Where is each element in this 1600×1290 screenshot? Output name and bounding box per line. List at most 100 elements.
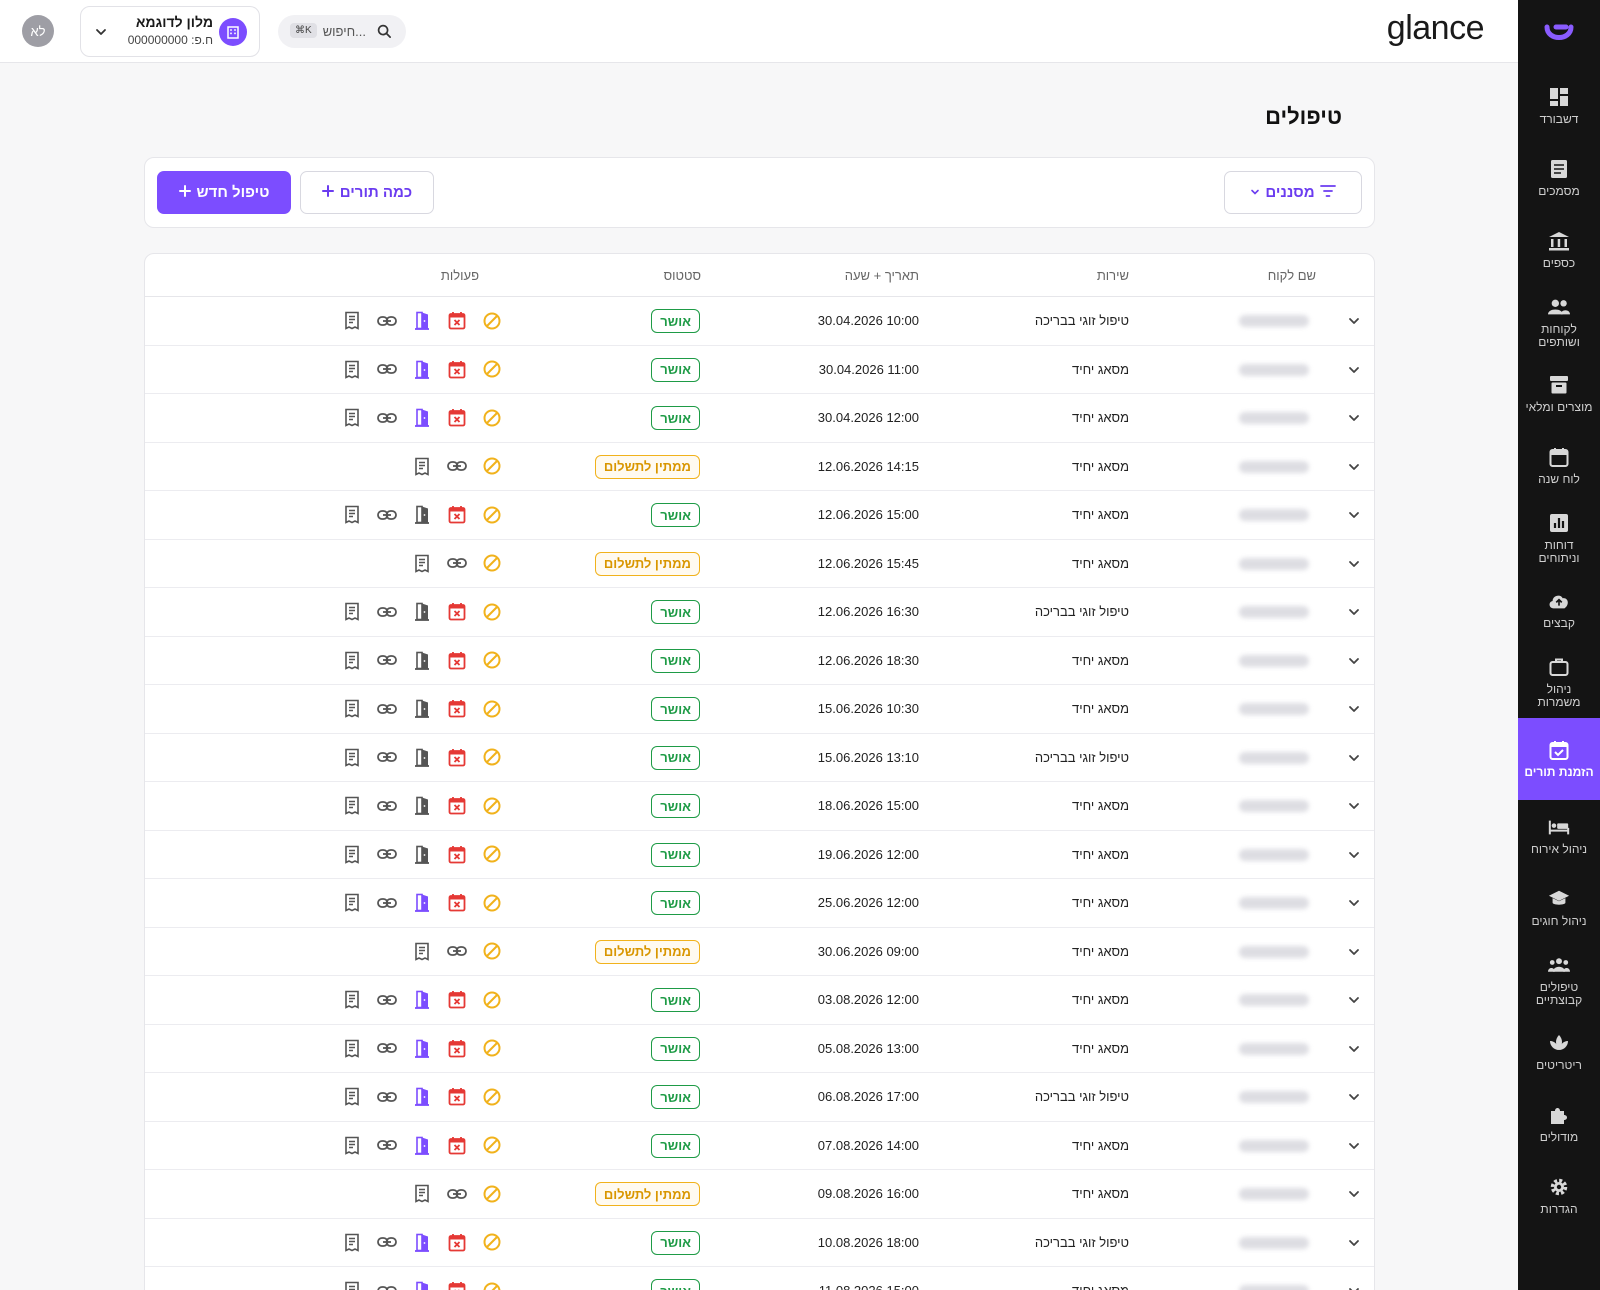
- door-icon[interactable]: [411, 407, 432, 428]
- expand-chevron-icon[interactable]: [1348, 1090, 1360, 1108]
- sidebar-item-14[interactable]: מודולים: [1518, 1088, 1600, 1160]
- status-badge[interactable]: ממתין לתשלום: [594, 1182, 700, 1206]
- door-icon[interactable]: [411, 844, 432, 865]
- receipt-icon[interactable]: [341, 1086, 362, 1107]
- table-row[interactable]: מסאג יחיד 19.06.2026 12:00 אושר: [145, 831, 1374, 879]
- table-row[interactable]: טיפול זוגי בבריכה 30.04.2026 10:00 אושר: [145, 297, 1374, 346]
- link-icon[interactable]: [376, 310, 397, 331]
- expand-chevron-icon[interactable]: [1348, 993, 1360, 1011]
- receipt-icon[interactable]: [341, 601, 362, 622]
- link-icon[interactable]: [376, 359, 397, 380]
- door-icon[interactable]: [411, 1232, 432, 1253]
- calendar-cancel-icon[interactable]: [446, 1280, 467, 1290]
- table-row[interactable]: מסאג יחיד 15.06.2026 10:30 אושר: [145, 685, 1374, 734]
- block-icon[interactable]: [481, 1280, 502, 1290]
- door-icon[interactable]: [411, 698, 432, 719]
- door-icon[interactable]: [411, 359, 432, 380]
- receipt-icon[interactable]: [411, 553, 432, 574]
- expand-chevron-icon[interactable]: [1348, 363, 1360, 381]
- avatar[interactable]: לא: [22, 15, 54, 47]
- expand-chevron-icon[interactable]: [1348, 848, 1360, 866]
- link-icon[interactable]: [376, 892, 397, 913]
- sidebar-item-4[interactable]: מוצרים ומלאי: [1518, 358, 1600, 430]
- receipt-icon[interactable]: [341, 795, 362, 816]
- receipt-icon[interactable]: [341, 310, 362, 331]
- door-icon[interactable]: [411, 1280, 432, 1290]
- status-badge[interactable]: אושר: [651, 600, 700, 624]
- door-icon[interactable]: [411, 1135, 432, 1156]
- block-icon[interactable]: [481, 892, 502, 913]
- table-row[interactable]: מסאג יחיד 30.04.2026 11:00 אושר: [145, 346, 1374, 394]
- status-badge[interactable]: אושר: [651, 406, 700, 430]
- column-header-name[interactable]: שם לקוח: [1268, 268, 1316, 283]
- receipt-icon[interactable]: [341, 407, 362, 428]
- sidebar-item-10[interactable]: ניהול אירוח: [1518, 800, 1600, 872]
- expand-chevron-icon[interactable]: [1348, 1187, 1360, 1205]
- door-icon[interactable]: [411, 747, 432, 768]
- status-badge[interactable]: אושר: [651, 1133, 700, 1158]
- expand-chevron-icon[interactable]: [1348, 1139, 1360, 1157]
- expand-chevron-icon[interactable]: [1348, 314, 1360, 332]
- door-icon[interactable]: [411, 504, 432, 525]
- table-row[interactable]: טיפול זוגי בבריכה 06.08.2026 17:00 אושר: [145, 1073, 1374, 1122]
- link-icon[interactable]: [376, 795, 397, 816]
- receipt-icon[interactable]: [411, 1183, 432, 1204]
- table-row[interactable]: מסאג יחיד 03.08.2026 12:00 אושר: [145, 976, 1374, 1025]
- calendar-cancel-icon[interactable]: [446, 698, 467, 719]
- block-icon[interactable]: [481, 407, 502, 428]
- status-badge[interactable]: אושר: [651, 891, 700, 915]
- status-badge[interactable]: אושר: [651, 1230, 700, 1255]
- link-icon[interactable]: [376, 504, 397, 525]
- block-icon[interactable]: [481, 795, 502, 816]
- block-icon[interactable]: [481, 989, 502, 1010]
- link-icon[interactable]: [376, 844, 397, 865]
- receipt-icon[interactable]: [411, 941, 432, 962]
- block-icon[interactable]: [481, 1135, 502, 1156]
- link-icon[interactable]: [376, 650, 397, 671]
- expand-chevron-icon[interactable]: [1348, 1042, 1360, 1060]
- receipt-icon[interactable]: [411, 456, 432, 477]
- receipt-icon[interactable]: [341, 892, 362, 913]
- link-icon[interactable]: [376, 1086, 397, 1107]
- link-icon[interactable]: [376, 1280, 397, 1290]
- link-icon[interactable]: [376, 601, 397, 622]
- sidebar-item-5[interactable]: לוח שנה: [1518, 430, 1600, 502]
- link-icon[interactable]: [376, 747, 397, 768]
- receipt-icon[interactable]: [341, 1135, 362, 1156]
- receipt-icon[interactable]: [341, 1280, 362, 1290]
- link-icon[interactable]: [446, 456, 467, 477]
- link-icon[interactable]: [376, 698, 397, 719]
- brand-logo[interactable]: glance: [1387, 9, 1485, 48]
- door-icon[interactable]: [411, 650, 432, 671]
- calendar-cancel-icon[interactable]: [446, 504, 467, 525]
- status-badge[interactable]: אושר: [651, 1036, 700, 1061]
- new-treatment-button[interactable]: טיפול חדש: [157, 171, 291, 214]
- sidebar-item-7[interactable]: קבצים: [1518, 574, 1600, 646]
- table-row[interactable]: מסאג יחיד 30.06.2026 09:00 ממתין לתשלום: [145, 928, 1374, 976]
- block-icon[interactable]: [481, 698, 502, 719]
- block-icon[interactable]: [481, 310, 502, 331]
- sidebar-item-3[interactable]: לקוחות ושותפים: [1518, 286, 1600, 358]
- door-icon[interactable]: [411, 1086, 432, 1107]
- table-row[interactable]: מסאג יחיד 12.06.2026 15:00 אושר: [145, 491, 1374, 540]
- status-badge[interactable]: ממתין לתשלום: [594, 551, 700, 576]
- receipt-icon[interactable]: [341, 1038, 362, 1059]
- search-box[interactable]: ⌘K חיפוש...: [278, 15, 406, 48]
- block-icon[interactable]: [481, 941, 502, 962]
- expand-chevron-icon[interactable]: [1348, 411, 1360, 429]
- sidebar-item-12[interactable]: טיפולים קבוצתיים: [1518, 944, 1600, 1016]
- link-icon[interactable]: [376, 1135, 397, 1156]
- business-switcher[interactable]: מלון לדוגמא ח.פ: 000000000: [80, 6, 260, 57]
- receipt-icon[interactable]: [341, 844, 362, 865]
- expand-chevron-icon[interactable]: [1348, 799, 1360, 817]
- calendar-cancel-icon[interactable]: [446, 844, 467, 865]
- status-badge[interactable]: אושר: [651, 1279, 700, 1290]
- column-header-date[interactable]: תאריך + שעה: [845, 268, 919, 283]
- status-badge[interactable]: אושר: [651, 648, 700, 673]
- expand-chevron-icon[interactable]: [1348, 508, 1360, 526]
- expand-chevron-icon[interactable]: [1348, 460, 1360, 478]
- table-row[interactable]: מסאג יחיד 12.06.2026 14:15 ממתין לתשלום: [145, 443, 1374, 491]
- status-badge[interactable]: אושר: [651, 309, 700, 333]
- block-icon[interactable]: [481, 359, 502, 380]
- sidebar-item-13[interactable]: ריטריטים: [1518, 1016, 1600, 1088]
